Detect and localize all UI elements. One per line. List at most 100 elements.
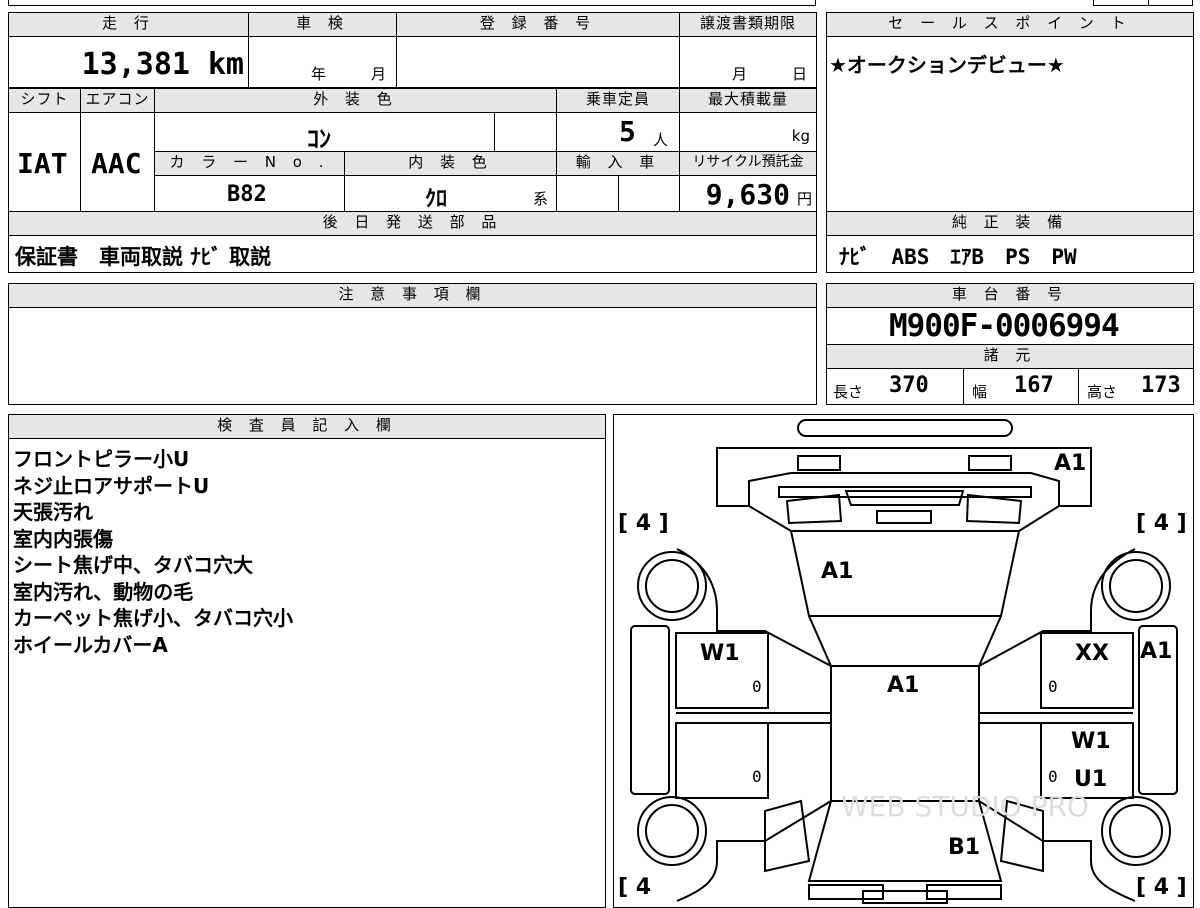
- interior-color-suffix: 系: [533, 190, 549, 208]
- mark-right-side: A1: [1140, 639, 1173, 664]
- sales-point-cell: ★オークションデビュー★: [826, 36, 1194, 212]
- top-cutoff-divider: [1148, 0, 1149, 6]
- sales-point-header: セ ー ル ス ポ イ ン ト: [826, 12, 1194, 37]
- color-no-cell: B82: [154, 175, 345, 212]
- exterior-color-extra-cell: [494, 112, 557, 152]
- width-cell: 幅 167: [963, 368, 1079, 405]
- height-cell: 高さ 173: [1078, 368, 1194, 405]
- inspector-line: フロントピラー小U: [13, 447, 190, 471]
- registration-cell: [396, 36, 680, 88]
- parts-cell: 保証書 車両取説 ﾅﾋﾞ 取説: [8, 235, 817, 273]
- max-load-cell: kg: [679, 112, 817, 152]
- interior-color-header: 内 装 色: [344, 151, 557, 176]
- tire-bl-grade: [ 4: [618, 875, 652, 900]
- zero-left-front: 0: [752, 677, 762, 696]
- mileage-cell: 13,381 km: [8, 36, 249, 88]
- mark-windshield: A1: [821, 559, 854, 584]
- parts-text: 保証書 車両取説 ﾅﾋﾞ 取説: [15, 245, 272, 269]
- chassis-cell: M900F-0006994: [826, 307, 1194, 345]
- chassis-value: M900F-0006994: [889, 308, 1120, 344]
- notes-cell: [8, 307, 817, 405]
- color-no-value: B82: [227, 182, 267, 207]
- aircon-value: AAC: [91, 147, 142, 180]
- height-label: 高さ: [1087, 383, 1118, 401]
- diagram-watermark: WEB STUDIO PRO: [841, 790, 1089, 823]
- inspector-line: 室内内張傷: [13, 526, 113, 551]
- shift-header: シフト: [8, 88, 81, 113]
- width-value: 167: [1014, 373, 1054, 398]
- import-cell-1: [556, 175, 619, 212]
- shaken-month: 月: [371, 65, 387, 83]
- shift-value: IAT: [17, 147, 68, 180]
- aircon-header: エアコン: [80, 88, 155, 113]
- zero-right-rear: 0: [1048, 767, 1058, 786]
- inspector-line: 室内汚れ、動物の毛: [13, 579, 194, 604]
- mileage-value: 13,381: [81, 47, 190, 82]
- import-cell-2: [618, 175, 680, 212]
- equipment-header: 純 正 装 備: [826, 211, 1194, 236]
- notes-header: 注 意 事 項 欄: [8, 283, 817, 308]
- interior-color-cell: ｸﾛ 系: [344, 175, 557, 212]
- max-load-unit: kg: [791, 127, 810, 145]
- length-cell: 長さ 370: [826, 368, 964, 405]
- shaken-year: 年: [311, 65, 327, 83]
- width-label: 幅: [972, 383, 988, 401]
- transfer-deadline-header: 譲渡書類期限: [679, 12, 817, 37]
- exterior-color-cell: ｺﾝ: [154, 112, 495, 153]
- color-no-header: カ ラ ー N o .: [154, 151, 345, 176]
- mark-left-front-door: W1: [700, 641, 740, 666]
- capacity-header: 乗車定員: [556, 88, 680, 113]
- mileage-unit: km: [207, 47, 244, 82]
- inspector-header: 検 査 員 記 入 欄: [8, 414, 606, 439]
- capacity-unit: 人: [653, 131, 669, 149]
- mark-right-rear-door-1: W1: [1071, 729, 1111, 754]
- recycle-unit: 円: [796, 190, 812, 208]
- import-header: 輸 入 車: [556, 151, 680, 176]
- capacity-cell: 5 人: [556, 112, 680, 152]
- length-value: 370: [889, 373, 929, 398]
- mark-roof: A1: [887, 673, 920, 698]
- shaken-cell: 年 月: [248, 36, 397, 88]
- height-value: 173: [1141, 373, 1181, 398]
- shift-cell: IAT: [8, 112, 81, 212]
- mark-rear: B1: [948, 835, 981, 860]
- mark-front-right: A1: [1054, 451, 1087, 476]
- inspector-cell: フロントピラー小U ネジ止ロアサポートU 天張汚れ 室内内張傷 シート焦げ中、タバコ穴大…: [8, 438, 606, 908]
- sales-point-text: ★オークションデビュー★: [829, 53, 1065, 77]
- max-load-header: 最大積載量: [679, 88, 817, 113]
- interior-color-value: ｸﾛ: [425, 187, 448, 212]
- recycle-value: 9,630: [705, 178, 790, 211]
- inspector-line: 天張汚れ: [13, 500, 93, 524]
- transfer-day: 日: [792, 65, 808, 83]
- recycle-header: リサイクル預託金: [679, 151, 817, 176]
- car-diagram-panel: WEB STUDIO PRO A1 A1 A1 W1 XX A1 W1 U1 B…: [613, 414, 1194, 908]
- chassis-header: 車 台 番 号: [826, 283, 1194, 308]
- zero-left-rear: 0: [752, 767, 762, 786]
- shaken-header: 車 検: [248, 12, 397, 37]
- inspector-line: ホイールカバーA: [13, 632, 168, 657]
- length-label: 長さ: [833, 383, 864, 401]
- equipment-cell: ﾅﾋﾞ ABS ｴｱB PS PW: [826, 235, 1194, 273]
- equipment-text: ﾅﾋﾞ ABS ｴｱB PS PW: [839, 245, 1077, 269]
- spec-header: 諸 元: [826, 344, 1194, 369]
- tire-tr-grade: [ 4 ]: [1136, 511, 1187, 536]
- registration-header: 登 録 番 号: [396, 12, 680, 37]
- mark-right-rear-door-2: U1: [1074, 767, 1108, 792]
- zero-right-front: 0: [1048, 677, 1058, 696]
- mileage-header: 走 行: [8, 12, 249, 37]
- inspector-line: シート焦げ中、タバコ穴大: [13, 553, 253, 577]
- top-cutoff-strip: [8, 0, 816, 6]
- parts-header: 後 日 発 送 部 品: [8, 211, 817, 236]
- exterior-color-header: 外 装 色: [154, 88, 557, 113]
- inspector-line: ネジ止ロアサポートU: [13, 473, 210, 498]
- mark-right-front-door: XX: [1075, 641, 1109, 666]
- exterior-color-value: ｺﾝ: [307, 125, 331, 153]
- transfer-cell: 月 日: [679, 36, 817, 88]
- aircon-cell: AAC: [80, 112, 155, 212]
- recycle-cell: 9,630 円: [679, 175, 817, 212]
- inspector-line: カーペット焦げ小、タバコ穴小: [13, 606, 293, 630]
- capacity-value: 5: [619, 115, 636, 148]
- tire-tl-grade: [ 4 ]: [618, 511, 669, 536]
- transfer-month: 月: [732, 65, 748, 83]
- tire-br-grade: [ 4 ]: [1136, 875, 1187, 900]
